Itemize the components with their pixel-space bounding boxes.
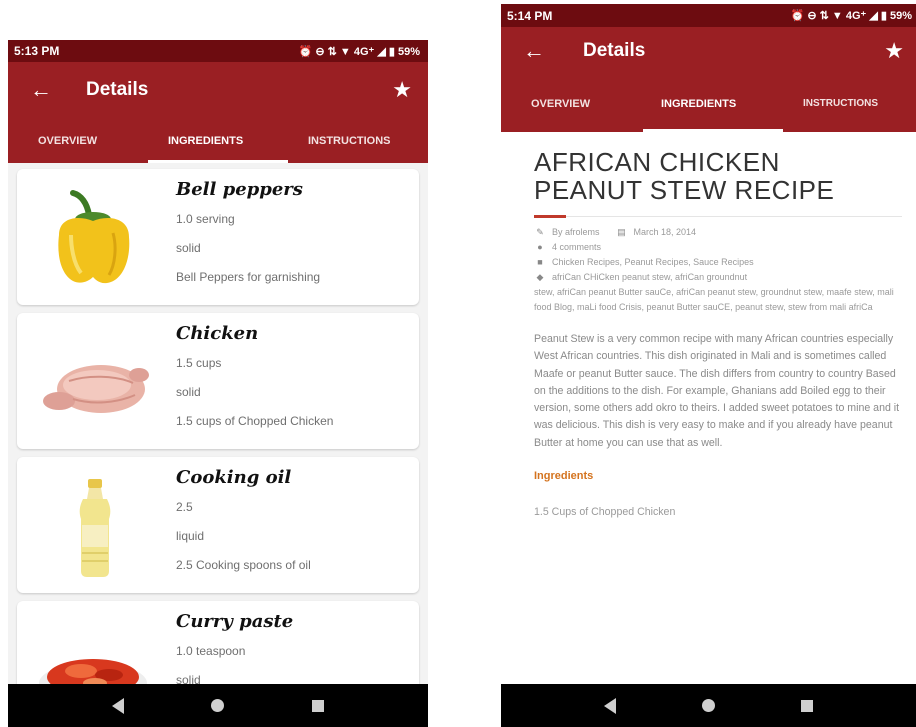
nav-back-icon[interactable]	[111, 697, 124, 714]
nav-home-icon[interactable]	[211, 699, 225, 712]
comment-icon: ●	[537, 242, 543, 252]
article-tags-continued[interactable]: stew, afriCan peanut Butter sauCe, afriC…	[534, 285, 902, 315]
ingredient-name: Curry paste	[176, 611, 294, 632]
ingredient-amount: 2.5	[176, 500, 193, 514]
ingredient-card[interactable]: Bell peppers 1.0 serving solid Bell Pepp…	[17, 169, 419, 305]
ingredient-card[interactable]: Chicken 1.5 cups solid 1.5 cups of Chopp…	[17, 313, 419, 449]
system-nav-bar	[8, 684, 428, 727]
oil-bottle-icon	[79, 479, 111, 577]
tag-icon: ◆	[536, 272, 544, 282]
status-bar: 5:14 PM ⏰ ⊖ ⇅ ▼ 4G⁺ ◢ ▮ 59%	[501, 4, 916, 27]
article-tags[interactable]: afriCan CHiCken peanut stew, afriCan gro…	[552, 270, 747, 285]
tab-overview[interactable]: OVERVIEW	[531, 98, 590, 110]
article-author[interactable]: By afrolems	[552, 225, 600, 240]
app-bar: ← Details ★	[8, 62, 428, 118]
ingredient-name: Chicken	[176, 323, 259, 344]
status-icons: ⏰ ⊖ ⇅ ▼ 4G⁺ ◢ ▮ 59%	[790, 10, 912, 22]
ingredient-amount: 1.0 teaspoon	[176, 644, 246, 658]
status-bar: 5:13 PM ⏰ ⊖ ⇅ ▼ 4G⁺ ◢ ▮ 59%	[8, 40, 428, 62]
nav-back-icon[interactable]	[604, 697, 616, 714]
article-comments[interactable]: 4 comments	[552, 240, 601, 255]
favorite-star-icon[interactable]: ★	[884, 38, 904, 64]
app-bar: ← Details ★	[501, 27, 916, 75]
tab-overview[interactable]: OVERVIEW	[38, 135, 97, 147]
curry-paste-icon	[39, 659, 147, 684]
favorite-star-icon[interactable]: ★	[392, 77, 412, 103]
title-divider	[534, 215, 902, 218]
ingredients-heading: Ingredients	[534, 470, 594, 483]
article-categories[interactable]: Chicken Recipes, Peanut Recipes, Sauce R…	[552, 255, 754, 270]
article-meta-row: ● 4 comments	[534, 240, 902, 255]
article-meta-row: ■ Chicken Recipes, Peanut Recipes, Sauce…	[534, 255, 902, 270]
back-arrow-icon[interactable]: ←	[30, 77, 52, 103]
ingredient-state: solid	[176, 385, 201, 399]
ingredient-state: solid	[176, 673, 201, 684]
tab-instructions[interactable]: INSTRUCTIONS	[308, 135, 391, 147]
ingredient-note: 2.5 Cooking spoons of oil	[176, 558, 311, 572]
article-title: AFRICAN CHICKEN PEANUT STEW RECIPE	[534, 148, 902, 204]
ingredient-card[interactable]: Cooking oil 2.5 liquid 2.5 Cooking spoon…	[17, 457, 419, 593]
ingredient-note: Bell Peppers for garnishing	[176, 270, 321, 284]
status-time: 5:14 PM	[507, 8, 553, 23]
ingredient-name: Cooking oil	[176, 467, 292, 488]
page-title: Details	[583, 40, 646, 61]
recipe-article[interactable]: AFRICAN CHICKEN PEANUT STEW RECIPE ✎ By …	[501, 132, 916, 684]
right-phone-screen: 5:14 PM ⏰ ⊖ ⇅ ▼ 4G⁺ ◢ ▮ 59% ← Details ★ …	[501, 4, 916, 727]
ingredient-amount: 1.5 cups	[176, 356, 222, 370]
nav-recents-icon[interactable]	[801, 699, 813, 712]
tab-instructions[interactable]: INSTRUCTIONS	[803, 98, 878, 109]
back-arrow-icon[interactable]: ←	[523, 38, 545, 64]
ingredient-card[interactable]: Curry paste 1.0 teaspoon solid	[17, 601, 419, 684]
tab-bar: OVERVIEW INGREDIENTS INSTRUCTIONS	[8, 118, 428, 163]
article-title-line: PEANUT STEW RECIPE	[534, 175, 835, 205]
left-phone-screen: 5:13 PM ⏰ ⊖ ⇅ ▼ 4G⁺ ◢ ▮ 59% ← Details ★ …	[8, 40, 428, 727]
article-body: Peanut Stew is a very common recipe with…	[534, 333, 900, 449]
ingredient-note: 1.5 cups of Chopped Chicken	[176, 414, 334, 428]
ingredient-line: 1.5 Cups of Chopped Chicken	[534, 506, 676, 519]
article-date: March 18, 2014	[633, 227, 697, 237]
calendar-icon: ▤	[617, 227, 626, 237]
ingredient-state: solid	[176, 241, 201, 255]
folder-icon: ■	[537, 257, 543, 267]
ingredient-name: Bell peppers	[176, 179, 303, 200]
tab-ingredients[interactable]: INGREDIENTS	[168, 135, 243, 147]
pencil-icon: ✎	[536, 227, 544, 237]
ingredient-state: liquid	[176, 529, 205, 543]
article-meta-row: ✎ By afrolems ▤ March 18, 2014	[534, 225, 902, 240]
status-icons: ⏰ ⊖ ⇅ ▼ 4G⁺ ◢ ▮ 59%	[298, 45, 420, 58]
ingredient-amount: 1.0 serving	[176, 212, 235, 226]
nav-recents-icon[interactable]	[312, 699, 325, 712]
nav-home-icon[interactable]	[702, 699, 715, 712]
status-time: 5:13 PM	[14, 44, 60, 58]
page-title: Details	[86, 79, 149, 100]
tab-bar: OVERVIEW INGREDIENTS INSTRUCTIONS	[501, 75, 916, 132]
bell-pepper-icon	[58, 190, 130, 284]
article-meta-row: ◆ afriCan CHiCken peanut stew, afriCan g…	[534, 270, 902, 285]
ingredient-list[interactable]: Bell peppers 1.0 serving solid Bell Pepp…	[8, 163, 428, 684]
article-title-line: AFRICAN CHICKEN	[534, 147, 780, 177]
chicken-icon	[43, 365, 149, 413]
system-nav-bar	[501, 684, 916, 727]
tab-ingredients[interactable]: INGREDIENTS	[661, 98, 736, 110]
